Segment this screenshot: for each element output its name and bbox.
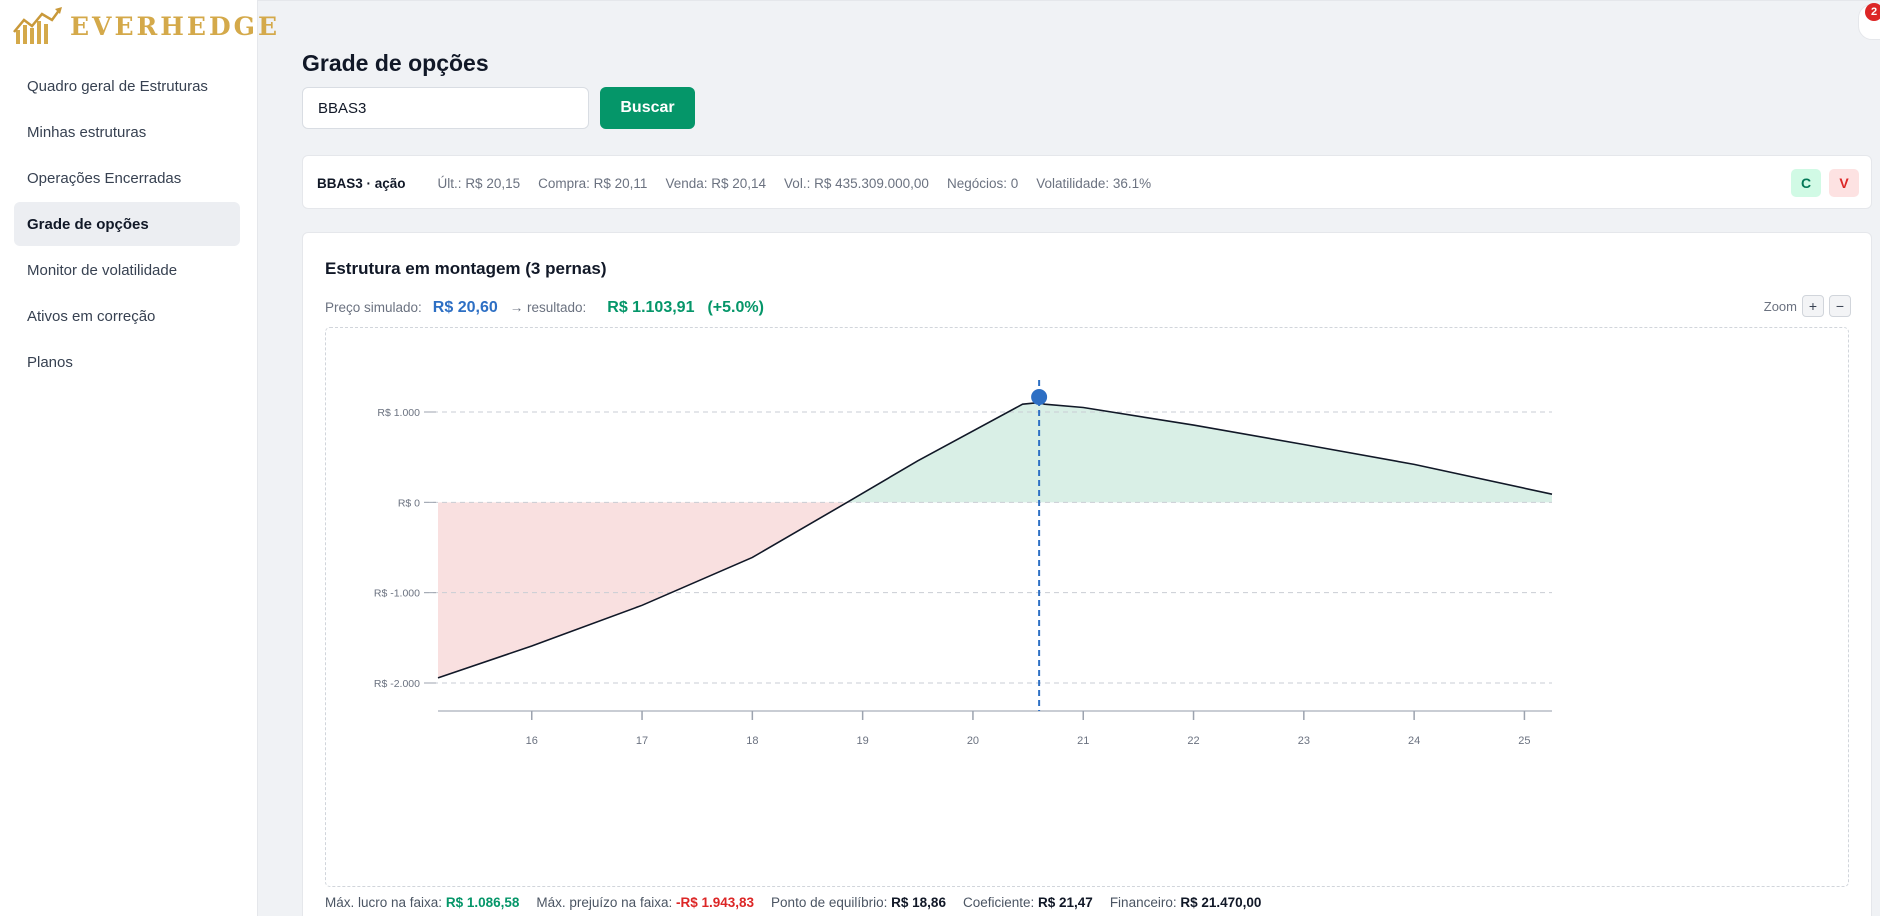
sim-result-percent: (+5.0%)	[707, 299, 764, 316]
stat-breakeven: Ponto de equilíbrio: R$ 18,86	[771, 895, 946, 910]
structure-title: Estrutura em montagem (3 pernas)	[325, 259, 607, 278]
sim-result-label: → resultado:	[509, 300, 587, 315]
buy-button[interactable]: C	[1791, 169, 1821, 197]
zoom-out-button[interactable]: −	[1829, 295, 1851, 317]
sim-price-handle	[1031, 389, 1048, 405]
y-tick-label: R$ 1.000	[377, 407, 420, 419]
x-tick-label: 19	[857, 735, 869, 747]
page-title: Grade de opções	[302, 50, 489, 76]
quote-volatility: Volatilidade: 36.1%	[1036, 176, 1151, 191]
loss-area	[438, 502, 848, 678]
search-button[interactable]: Buscar	[600, 87, 695, 129]
notification-count-badge: 2	[1865, 3, 1880, 21]
stat-breakeven-value: R$ 18,86	[891, 895, 946, 910]
sidebar-item-minhas-estruturas[interactable]: Minhas estruturas	[14, 110, 240, 154]
stat-max-loss-value: -R$ 1.943,83	[675, 895, 755, 910]
quote-bid: Compra: R$ 20,11	[538, 176, 647, 191]
quote-bid-label: Compra:	[538, 175, 590, 191]
quote-last: Últ.: R$ 20,15	[438, 176, 521, 191]
quote-bid-value: R$ 20,11	[593, 175, 648, 191]
sidebar-item-quadro-geral[interactable]: Quadro geral de Estruturas	[14, 64, 240, 108]
quote-last-label: Últ.:	[437, 175, 462, 191]
brand-logo[interactable]: EVERHEDGE	[12, 4, 280, 48]
stat-max-profit-value: R$ 1.086,58	[445, 895, 520, 910]
stat-financial: Financeiro: R$ 21.470,00	[1110, 895, 1262, 910]
x-tick-label: 24	[1408, 735, 1420, 747]
quote-volume-label: Vol.:	[784, 175, 811, 191]
stat-breakeven-label: Ponto de equilíbrio:	[771, 895, 888, 910]
quote-ask-label: Venda:	[665, 175, 708, 191]
sell-button[interactable]: V	[1829, 169, 1859, 197]
quote-volume-value: R$ 435.309.000,00	[814, 175, 929, 191]
stat-financial-value: R$ 21.470,00	[1180, 895, 1262, 910]
brand-name: EVERHEDGE	[70, 11, 281, 41]
sim-result-value: R$ 1.103,91	[607, 299, 695, 316]
structure-stats: Máx. lucro na faixa: R$ 1.086,58 Máx. pr…	[325, 895, 1278, 910]
stat-max-profit-label: Máx. lucro na faixa:	[325, 895, 443, 910]
quote-trades-label: Negócios:	[946, 175, 1007, 191]
x-tick-label: 20	[967, 735, 979, 747]
quote-ask-value: R$ 20,14	[711, 175, 767, 191]
sidebar-nav: Quadro geral de Estruturas Minhas estrut…	[14, 64, 240, 386]
quote-volume: Vol.: R$ 435.309.000,00	[784, 176, 929, 191]
stat-coefficient-value: R$ 21,47	[1038, 895, 1093, 910]
ticker-search-input[interactable]	[302, 87, 589, 129]
y-tick-label: R$ 0	[398, 497, 420, 509]
stat-financial-label: Financeiro:	[1109, 895, 1177, 910]
x-tick-label: 22	[1187, 735, 1199, 747]
stat-max-loss-label: Máx. prejuízo na faixa:	[536, 895, 673, 910]
quote-bar: BBAS3 · ação Últ.: R$ 20,15 Compra: R$ 2…	[302, 155, 1872, 209]
stat-coefficient: Coeficiente: R$ 21,47	[963, 895, 1093, 910]
top-divider	[258, 0, 1880, 1]
x-tick-label: 17	[636, 735, 648, 747]
x-tick-label: 23	[1298, 735, 1310, 747]
quote-last-value: R$ 20,15	[465, 175, 521, 191]
zoom-label: Zoom	[1763, 298, 1797, 314]
payoff-chart[interactable]: R$ 1.000 R$ 0 R$ -1.000 R$ -2.000 16 17 18 19 20…	[326, 328, 1850, 888]
sidebar-item-monitor-volatilidade[interactable]: Monitor de volatilidade	[14, 248, 240, 292]
sim-price-value: R$ 20,60	[432, 299, 498, 316]
profit-area	[847, 402, 1552, 503]
zoom-in-button[interactable]: +	[1802, 295, 1824, 317]
payoff-chart-container[interactable]: R$ 1.000 R$ 0 R$ -1.000 R$ -2.000 16 17 18 19 20…	[325, 327, 1849, 887]
notification-button[interactable]: 2	[1858, 3, 1880, 40]
quote-trades-value: 0	[1010, 175, 1019, 191]
sidebar-item-grade-de-opcoes[interactable]: Grade de opções	[14, 202, 240, 246]
x-tick-label: 21	[1077, 735, 1089, 747]
sidebar-item-ativos-correcao[interactable]: Ativos em correção	[14, 294, 240, 338]
y-tick-label: R$ -1.000	[374, 588, 420, 600]
structure-panel: Estrutura em montagem (3 pernas) Preço s…	[302, 232, 1872, 916]
quote-trades: Negócios: 0	[947, 176, 1018, 191]
zoom-controls: Zoom + −	[1764, 295, 1851, 317]
quote-row: BBAS3 · ação Últ.: R$ 20,15 Compra: R$ 2…	[317, 156, 1169, 210]
x-tick-label: 18	[746, 735, 758, 747]
sim-price-label: Preço simulado:	[325, 300, 422, 315]
sidebar: EVERHEDGE Quadro geral de Estruturas Min…	[0, 0, 277, 916]
quote-symbol: BBAS3 · ação	[317, 175, 406, 191]
chart-up-icon	[13, 7, 62, 44]
x-tick-label: 16	[526, 735, 538, 747]
x-tick-label: 25	[1518, 735, 1530, 747]
stat-max-loss: Máx. prejuízo na faixa: -R$ 1.943,83	[536, 895, 754, 910]
quote-ask: Venda: R$ 20,14	[665, 176, 766, 191]
sidebar-item-operacoes-encerradas[interactable]: Operações Encerradas	[14, 156, 240, 200]
stat-max-profit: Máx. lucro na faixa: R$ 1.086,58	[325, 895, 519, 910]
quote-volatility-label: Volatilidade:	[1036, 175, 1110, 191]
stat-coefficient-label: Coeficiente:	[962, 895, 1035, 910]
quote-volatility-value: 36.1%	[1112, 175, 1152, 191]
simulation-row: Preço simulado: R$ 20,60 → resultado: R$…	[325, 299, 764, 317]
y-tick-label: R$ -2.000	[374, 678, 420, 690]
sidebar-item-planos[interactable]: Planos	[14, 340, 240, 384]
